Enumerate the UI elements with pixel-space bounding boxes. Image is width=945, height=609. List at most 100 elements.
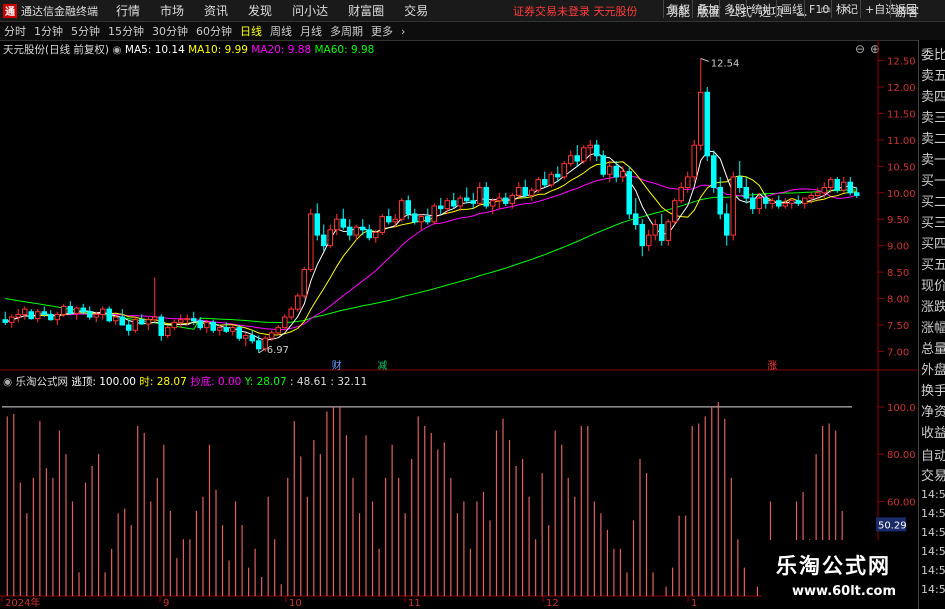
candle-body [314, 213, 321, 236]
candle-body [418, 216, 425, 223]
candle-body [496, 197, 503, 202]
price-tick-label: 12.50 [887, 57, 916, 68]
candle-body [587, 144, 594, 149]
price-tick-label: 10.50 [887, 162, 916, 173]
ma10-value: MA10: 9.99 [188, 44, 248, 56]
price-tick-label: 8.00 [887, 295, 909, 306]
menu-ask[interactable]: 问小达 [292, 2, 328, 19]
candle-body [47, 313, 54, 321]
side-panel-item: 卖二 [921, 132, 945, 147]
candle-body [320, 234, 327, 247]
candle-body [158, 316, 165, 337]
period-more[interactable]: 更多 [367, 23, 397, 39]
candle-body [515, 186, 522, 196]
candle-body [34, 311, 41, 320]
side-panel-item: 换手 [921, 384, 945, 399]
quote-side-panel: 委比 卖五 卖四 卖三 卖二 卖一 买一 买二 买三 买四 买五 现价 涨跌 涨幅 总量 外盘 换手 净资 收益 自动… [918, 40, 945, 609]
low-price-label: 6.97 [267, 345, 289, 356]
candle-body [366, 229, 373, 239]
candle-body [567, 155, 574, 165]
tb-mark[interactable]: 标记 [831, 0, 862, 18]
candle-body [483, 186, 490, 207]
candle-body [665, 221, 672, 241]
candle-body [502, 197, 509, 204]
side-panel-item: 自动 [921, 449, 945, 464]
candle-body [574, 155, 581, 162]
period-weekly[interactable]: 周线 [266, 23, 296, 39]
bottom-value: 抄底: 0.00 [190, 376, 242, 388]
candle-body [125, 324, 132, 331]
candle-body [814, 192, 821, 196]
kline-chart[interactable]: 12.50 12.00 11.50 11.00 10.50 10.00 9.50 9.00 8.… [0, 0, 945, 609]
period-intraday[interactable]: 分时 [0, 23, 30, 39]
candle-body [203, 321, 210, 329]
sub-settings-icon[interactable]: ◉ [3, 376, 12, 388]
period-60min[interactable]: 60分钟 [192, 23, 236, 39]
candle-body [626, 171, 633, 215]
candle-body [73, 307, 80, 314]
candle-body [21, 308, 28, 315]
candle-body [489, 200, 496, 207]
period-monthly[interactable]: 月线 [296, 23, 326, 39]
period-multi[interactable]: 多周期 [326, 23, 367, 39]
tb-draw[interactable]: 画线 [776, 0, 807, 18]
zoom-out-icon[interactable]: ⊖ [855, 42, 865, 56]
menu-trade[interactable]: 交易 [404, 2, 428, 19]
side-panel-item: 委比 [921, 48, 945, 63]
ma20-line [5, 174, 857, 330]
candle-body [840, 181, 847, 191]
menu-quotes[interactable]: 行情 [116, 2, 140, 19]
price-tick-label: 7.50 [887, 321, 909, 332]
candle-body [847, 181, 854, 194]
candle-body [177, 319, 184, 323]
candle-body [164, 327, 171, 337]
trade-login-warning[interactable]: 证券交易未登录 天元股份 [513, 3, 638, 19]
low-marker-line [258, 348, 266, 354]
period-5min[interactable]: 5分钟 [67, 23, 104, 39]
time-tick-label: 10 [289, 598, 302, 609]
candle-body [106, 308, 113, 322]
menu-wealth[interactable]: 财富圈 [348, 2, 384, 19]
tb-adjust[interactable]: 复权 [663, 0, 694, 18]
candle-body [229, 327, 236, 332]
candle-body [678, 186, 685, 202]
ma5-line [5, 151, 857, 341]
settings-icon[interactable]: ◉ [112, 44, 121, 56]
side-panel-item: 外盘 [921, 363, 945, 378]
v1-value: : 48.61 [290, 376, 327, 388]
side-panel-item: 现价 [921, 279, 945, 294]
candle-body [223, 327, 230, 332]
tb-back[interactable]: 返回 [890, 0, 921, 18]
candle-body [853, 192, 860, 196]
zoom-in-icon[interactable]: ⊕ [870, 42, 880, 56]
candle-body [723, 213, 730, 236]
high-marker-line [700, 57, 709, 62]
candle-body [41, 311, 48, 315]
candle-body [294, 295, 301, 310]
period-15min[interactable]: 15分钟 [104, 23, 148, 39]
candle-body [613, 165, 620, 178]
period-1min[interactable]: 1分钟 [30, 23, 67, 39]
main-indicator-legend: 天元股份(日线 前复权) ◉ MA5: 10.14 MA10: 9.99 MA2… [3, 42, 374, 57]
side-panel-item: 涨幅 [921, 321, 945, 336]
candle-body [769, 200, 776, 204]
candle-body [658, 224, 665, 241]
candle-body [821, 186, 828, 194]
candle-body [210, 321, 217, 331]
period-daily[interactable]: 日线 [236, 23, 266, 39]
side-panel-item: 买五 [921, 258, 945, 273]
more-chevron-icon[interactable]: › [397, 25, 409, 38]
ma20-value: MA20: 9.88 [251, 44, 312, 56]
candle-body [307, 213, 314, 270]
tb-stats[interactable]: 统计 [746, 0, 777, 18]
price-tick-label: 12.00 [887, 83, 916, 94]
menu-discover[interactable]: 发现 [248, 2, 272, 19]
price-tick-label: 10.00 [887, 189, 916, 200]
tb-f10[interactable]: F10 [804, 0, 833, 18]
candle-body [301, 268, 308, 297]
menu-news[interactable]: 资讯 [204, 2, 228, 19]
candle-body [561, 163, 568, 178]
menu-market[interactable]: 市场 [160, 2, 184, 19]
y-value: Y: 28.07 [244, 376, 287, 388]
period-30min[interactable]: 30分钟 [148, 23, 192, 39]
